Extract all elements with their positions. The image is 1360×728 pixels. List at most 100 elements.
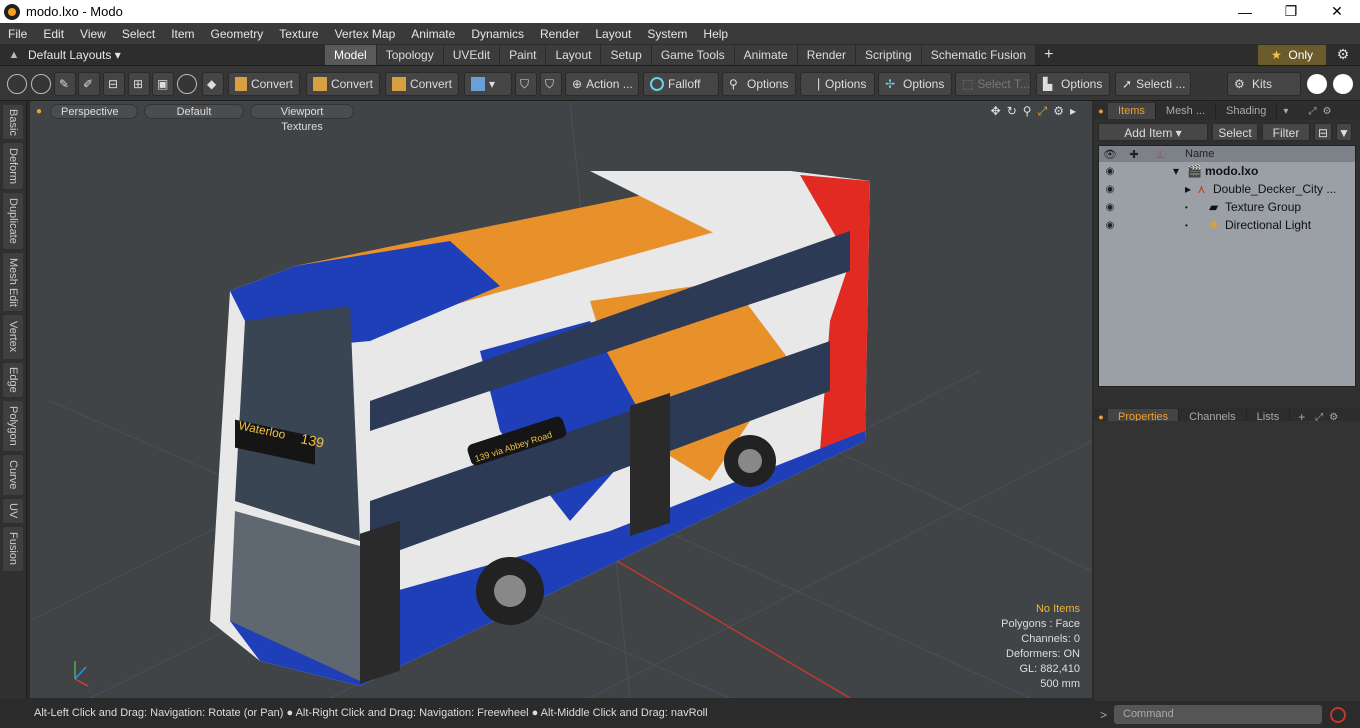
select-button[interactable]: Select bbox=[1212, 123, 1258, 141]
eye-icon[interactable]: ◉ bbox=[1099, 220, 1121, 231]
items-mode-icon[interactable]: ▣ bbox=[152, 72, 174, 96]
options-button-2[interactable]: ⎹ Options bbox=[800, 72, 875, 96]
tab-setup[interactable]: Setup bbox=[601, 45, 652, 65]
menu-vertex-map[interactable]: Vertex Map bbox=[327, 27, 404, 41]
tab-items[interactable]: Items bbox=[1108, 103, 1156, 119]
tab-model[interactable]: Model bbox=[325, 45, 377, 65]
vtab-mesh-edit[interactable]: Mesh Edit bbox=[3, 253, 23, 311]
menu-select[interactable]: Select bbox=[114, 27, 163, 41]
convert-button-3[interactable]: Convert bbox=[385, 72, 459, 96]
vtab-polygon[interactable]: Polygon bbox=[3, 401, 23, 451]
chevron-down-icon[interactable]: ▾ bbox=[1283, 106, 1288, 117]
shield-alt-icon[interactable]: ⛉ bbox=[540, 72, 562, 96]
vtab-deform[interactable]: Deform bbox=[3, 143, 23, 189]
list-item[interactable]: ◉ ▾ 🎬 modo.lxo bbox=[1099, 162, 1355, 180]
viewport-textures-dropdown[interactable]: Viewport Textures bbox=[250, 103, 354, 133]
eye-icon[interactable]: ◉ bbox=[1099, 166, 1121, 177]
list-item[interactable]: ◉ • ▰ Texture Group bbox=[1099, 198, 1355, 216]
only-toggle[interactable]: ★ Only bbox=[1258, 45, 1326, 65]
3d-viewport[interactable]: Waterloo 139 139 via Abbey Road ● Perspe… bbox=[30, 101, 1092, 698]
tab-layout[interactable]: Layout bbox=[546, 45, 602, 65]
expand-arrow-icon[interactable]: ▸ bbox=[1185, 182, 1197, 196]
tab-game-tools[interactable]: Game Tools bbox=[651, 45, 735, 65]
unreal-icon[interactable] bbox=[1333, 74, 1353, 94]
command-input[interactable]: Command bbox=[1114, 705, 1322, 724]
menu-animate[interactable]: Animate bbox=[403, 27, 463, 41]
record-macro-icon[interactable] bbox=[1330, 706, 1346, 723]
vtab-edge[interactable]: Edge bbox=[3, 363, 23, 397]
polygons-mode-icon[interactable]: ⊞ bbox=[128, 72, 150, 96]
cube-icon[interactable]: ◆ bbox=[202, 72, 224, 96]
vtab-fusion[interactable]: Fusion bbox=[3, 527, 23, 571]
view-mode-dropdown[interactable]: Perspective bbox=[50, 103, 138, 119]
tab-paint[interactable]: Paint bbox=[500, 45, 547, 65]
menu-texture[interactable]: Texture bbox=[271, 27, 326, 41]
viewport-settings-icon[interactable]: ⚙ bbox=[1053, 104, 1064, 119]
menu-system[interactable]: System bbox=[639, 27, 695, 41]
rotate-view-icon[interactable]: ↻ bbox=[1007, 104, 1017, 119]
menu-dynamics[interactable]: Dynamics bbox=[463, 27, 532, 41]
action-center-button[interactable]: ⊕ Action ... bbox=[565, 72, 639, 96]
menu-layout[interactable]: Layout bbox=[587, 27, 639, 41]
tab-shading[interactable]: Shading bbox=[1216, 103, 1278, 119]
vtab-uv[interactable]: UV bbox=[3, 499, 23, 523]
expand-arrow-icon[interactable]: ▾ bbox=[1173, 164, 1187, 178]
materials-mode-icon[interactable] bbox=[177, 74, 197, 94]
kits-button[interactable]: ⚙ Kits bbox=[1227, 72, 1301, 96]
popout-icon[interactable]: ⤢ bbox=[1308, 106, 1316, 117]
options-button-4[interactable]: ▙ Options bbox=[1036, 72, 1110, 96]
tab-topology[interactable]: Topology bbox=[376, 45, 444, 65]
add-tab-icon[interactable]: + bbox=[1036, 45, 1063, 65]
shield-icon[interactable]: ⛉ bbox=[515, 72, 537, 96]
layout-toggle-icon[interactable]: ▲ bbox=[0, 49, 28, 61]
brush-icon[interactable]: ✐ bbox=[78, 72, 100, 96]
convert-button-1[interactable]: Convert bbox=[228, 72, 300, 96]
selection-sets-button[interactable]: ➚ Selecti ... bbox=[1115, 72, 1191, 96]
unity-icon[interactable] bbox=[1307, 74, 1327, 94]
menu-edit[interactable]: Edit bbox=[35, 27, 72, 41]
vertices-mode-icon[interactable] bbox=[7, 74, 27, 94]
select-through-button[interactable]: ⬚ Select T... bbox=[955, 72, 1031, 96]
collapse-icon[interactable]: ⊟ bbox=[1314, 123, 1332, 141]
filter-button[interactable]: Filter bbox=[1262, 123, 1310, 141]
tab-uvedit[interactable]: UVEdit bbox=[443, 45, 501, 65]
move-view-icon[interactable]: ✥ bbox=[991, 104, 1001, 119]
menu-geometry[interactable]: Geometry bbox=[203, 27, 272, 41]
convert-button-2[interactable]: Convert bbox=[306, 72, 380, 96]
expand-viewport-icon[interactable]: ▸ bbox=[1070, 104, 1076, 119]
menu-item[interactable]: Item bbox=[163, 27, 202, 41]
vtab-basic[interactable]: Basic bbox=[3, 105, 23, 139]
globe-icon[interactable] bbox=[31, 74, 51, 94]
options-button-1[interactable]: ⚲ Options bbox=[722, 72, 796, 96]
shading-dropdown[interactable]: Default bbox=[144, 103, 244, 119]
workplane-dropdown[interactable]: ▾ bbox=[464, 72, 512, 96]
maximize-button[interactable]: ❐ bbox=[1268, 0, 1314, 23]
pen-icon[interactable]: ✎ bbox=[54, 72, 76, 96]
tab-schematic-fusion[interactable]: Schematic Fusion bbox=[921, 45, 1037, 65]
tab-mesh[interactable]: Mesh ... bbox=[1156, 103, 1217, 119]
eye-icon[interactable]: ◉ bbox=[1099, 184, 1121, 195]
vtab-vertex[interactable]: Vertex bbox=[3, 315, 23, 359]
panel-menu-icon[interactable]: ● bbox=[1094, 106, 1108, 116]
close-button[interactable]: ✕ bbox=[1314, 0, 1360, 23]
edges-mode-icon[interactable]: ⊟ bbox=[103, 72, 125, 96]
options-button-3[interactable]: ✢ Options bbox=[878, 72, 952, 96]
panel-settings-icon[interactable]: ⚙ bbox=[1322, 106, 1331, 117]
menu-help[interactable]: Help bbox=[695, 27, 736, 41]
vtab-duplicate[interactable]: Duplicate bbox=[3, 193, 23, 249]
falloff-button[interactable]: Falloff bbox=[643, 72, 719, 96]
list-item[interactable]: ◉ • ✹ Directional Light bbox=[1099, 216, 1355, 234]
layout-selector[interactable]: Default Layouts ▾ bbox=[28, 48, 128, 62]
menu-view[interactable]: View bbox=[72, 27, 114, 41]
gear-icon[interactable]: ⚙ bbox=[1332, 46, 1354, 64]
eye-icon[interactable]: ◉ bbox=[1099, 202, 1121, 213]
tab-scripting[interactable]: Scripting bbox=[856, 45, 922, 65]
minimize-button[interactable]: — bbox=[1222, 0, 1268, 23]
fit-view-icon[interactable]: ⤢ bbox=[1038, 104, 1048, 119]
list-item[interactable]: ◉ ▸ ⋏ Double_Decker_City ... bbox=[1099, 180, 1355, 198]
tab-animate[interactable]: Animate bbox=[734, 45, 798, 65]
menu-render[interactable]: Render bbox=[532, 27, 587, 41]
add-item-button[interactable]: Add Item ▾ bbox=[1098, 123, 1208, 141]
funnel-icon[interactable]: ▼ bbox=[1336, 123, 1352, 141]
zoom-icon[interactable]: ⚲ bbox=[1023, 104, 1032, 119]
